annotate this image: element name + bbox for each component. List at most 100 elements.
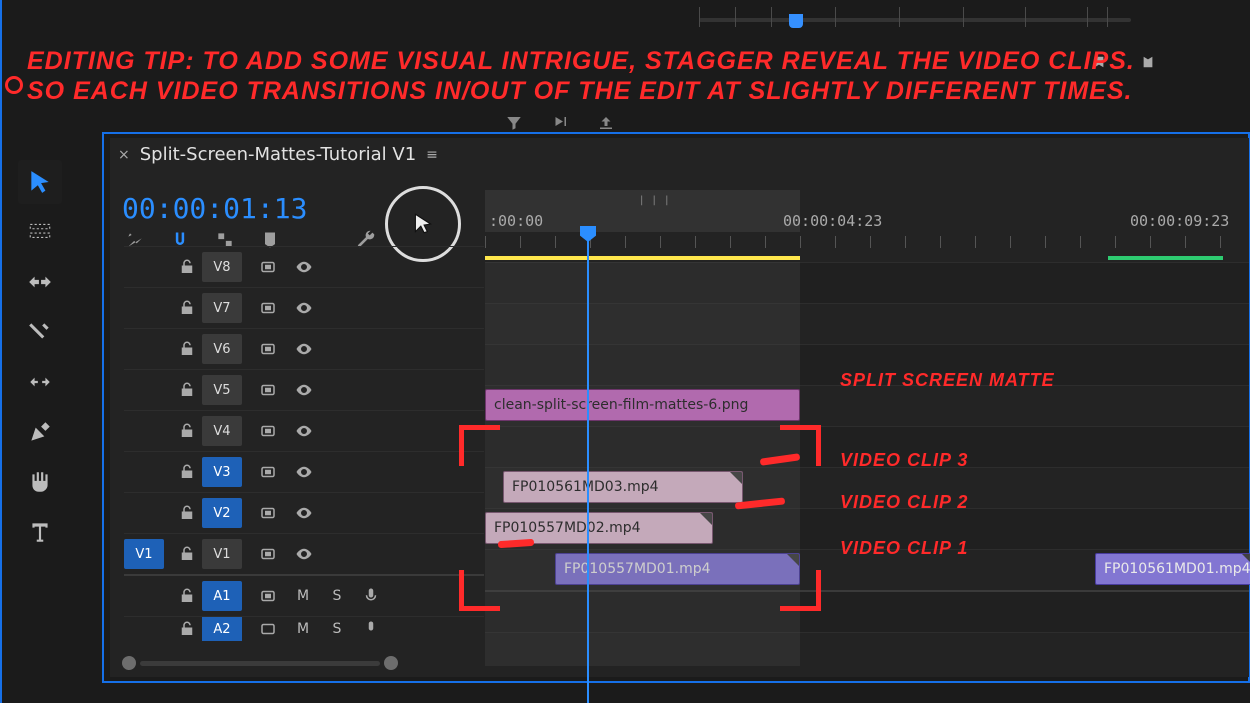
clip-matte[interactable]: clean-split-screen-film-mattes-6.png (485, 389, 800, 421)
mic-icon[interactable] (362, 587, 380, 605)
fx-icon[interactable] (259, 504, 277, 522)
source-patch-v1[interactable]: V1 (124, 539, 164, 569)
eye-icon[interactable] (295, 422, 313, 440)
clip-v3[interactable]: FP010561MD03.mp4 (503, 471, 743, 503)
lane-v7[interactable] (485, 303, 1249, 344)
mark-in-icon[interactable] (1092, 55, 1106, 69)
project-panel-icons (505, 114, 615, 132)
zoom-track[interactable] (140, 661, 380, 666)
eye-icon[interactable] (295, 340, 313, 358)
timeline-area[interactable]: | | | :00:00 00:00:04:23 00:00:09:23 cle… (485, 180, 1249, 677)
track-label[interactable]: V3 (202, 457, 242, 487)
track-header-v6[interactable]: V6 (124, 328, 484, 369)
track-header-v4[interactable]: V4 (124, 410, 484, 451)
sequence-tab[interactable]: × Split-Screen-Mattes-Tutorial V1 ≡ (118, 144, 438, 165)
track-label[interactable]: A1 (202, 581, 242, 611)
monitor-marker-buttons (1092, 55, 1155, 69)
track-header-v2[interactable]: V2 (124, 492, 484, 533)
lock-icon[interactable] (178, 381, 196, 399)
mic-icon[interactable] (362, 620, 380, 638)
eye-icon[interactable] (295, 258, 313, 276)
solo-button[interactable]: S (320, 588, 354, 604)
eye-icon[interactable] (295, 545, 313, 563)
lock-icon[interactable] (178, 340, 196, 358)
lock-icon[interactable] (178, 463, 196, 481)
export-icon[interactable] (597, 114, 615, 132)
track-header-a1[interactable]: A1 M S (124, 574, 484, 616)
zoom-handle-right[interactable] (384, 656, 398, 670)
fx-icon[interactable] (259, 545, 277, 563)
track-label[interactable]: A2 (202, 616, 242, 641)
selection-tool[interactable] (18, 160, 62, 204)
annotation-clip1: VIDEO CLIP 1 (840, 538, 968, 559)
eye-icon[interactable] (295, 299, 313, 317)
sequence-name: Split-Screen-Mattes-Tutorial V1 (140, 144, 416, 165)
close-icon[interactable]: × (118, 147, 130, 163)
track-header-v1[interactable]: V1 V1 (124, 533, 484, 574)
zoom-handle-left[interactable] (122, 656, 136, 670)
eye-icon[interactable] (295, 381, 313, 399)
lock-icon[interactable] (178, 545, 196, 563)
lane-a1[interactable] (485, 590, 1249, 632)
track-label[interactable]: V8 (202, 252, 242, 282)
fx-icon[interactable] (259, 340, 277, 358)
track-label[interactable]: V5 (202, 375, 242, 405)
ruler-far-label: 00:00:09:23 (1130, 212, 1229, 230)
fx-icon[interactable] (259, 422, 277, 440)
horizontal-zoom-scroll[interactable] (122, 655, 1249, 671)
eye-icon[interactable] (295, 504, 313, 522)
timecode-display[interactable]: 00:00:01:13 (122, 192, 307, 225)
timeline-panel: × Split-Screen-Mattes-Tutorial V1 ≡ 00:0… (110, 138, 1249, 677)
track-label[interactable]: V6 (202, 334, 242, 364)
filter-icon[interactable] (505, 114, 523, 132)
tip-line1: EDITING TIP: TO ADD SOME VISUAL INTRIGUE… (27, 47, 1135, 75)
tab-menu-icon[interactable]: ≡ (426, 147, 438, 163)
ripple-edit-tool[interactable] (18, 260, 62, 304)
lock-icon[interactable] (178, 504, 196, 522)
track-select-tool[interactable] (18, 210, 62, 254)
tip-line2: SO EACH VIDEO TRANSITIONS IN/OUT OF THE … (27, 77, 1132, 105)
slip-tool[interactable] (18, 360, 62, 404)
fx-icon[interactable] (259, 620, 277, 638)
playhead[interactable] (587, 226, 589, 703)
annotation-clip2: VIDEO CLIP 2 (840, 492, 968, 513)
track-label[interactable]: V7 (202, 293, 242, 323)
lane-v8[interactable] (485, 262, 1249, 303)
track-label[interactable]: V4 (202, 416, 242, 446)
lock-icon[interactable] (178, 587, 196, 605)
razor-tool[interactable] (18, 310, 62, 354)
lock-icon[interactable] (178, 620, 196, 638)
lock-icon[interactable] (178, 299, 196, 317)
program-monitor-scrub (675, 0, 1155, 50)
mute-button[interactable]: M (286, 621, 320, 637)
play-list-icon[interactable] (551, 114, 569, 132)
lock-icon[interactable] (178, 422, 196, 440)
track-header-v8[interactable]: V8 (124, 246, 484, 287)
track-header-a2[interactable]: A2 M S (124, 616, 484, 641)
track-header-v7[interactable]: V7 (124, 287, 484, 328)
lock-icon[interactable] (178, 258, 196, 276)
track-header-v5[interactable]: V5 (124, 369, 484, 410)
solo-button[interactable]: S (320, 621, 354, 637)
fx-icon[interactable] (259, 299, 277, 317)
toolbar (18, 160, 78, 560)
fx-icon[interactable] (259, 587, 277, 605)
fx-icon[interactable] (259, 258, 277, 276)
mark-out-icon[interactable] (1141, 55, 1155, 69)
lane-a2[interactable] (485, 632, 1249, 657)
track-label[interactable]: V1 (202, 539, 242, 569)
fx-icon[interactable] (259, 381, 277, 399)
type-tool[interactable] (18, 510, 62, 554)
clip-far[interactable]: FP010561MD01.mp4 (1095, 553, 1250, 585)
annotation-matte: SPLIT SCREEN MATTE (840, 370, 1055, 391)
hand-tool[interactable] (18, 460, 62, 504)
pen-tool[interactable] (18, 410, 62, 454)
track-header-v3[interactable]: V3 (124, 451, 484, 492)
track-label[interactable]: V2 (202, 498, 242, 528)
fx-icon[interactable] (259, 463, 277, 481)
clip-v1[interactable]: FP010557MD01.mp4 (555, 553, 800, 585)
time-ruler[interactable]: | | | :00:00 00:00:04:23 00:00:09:23 (485, 190, 1249, 262)
lane-v5[interactable]: clean-split-screen-film-mattes-6.png (485, 385, 1249, 426)
mute-button[interactable]: M (286, 588, 320, 604)
eye-icon[interactable] (295, 463, 313, 481)
